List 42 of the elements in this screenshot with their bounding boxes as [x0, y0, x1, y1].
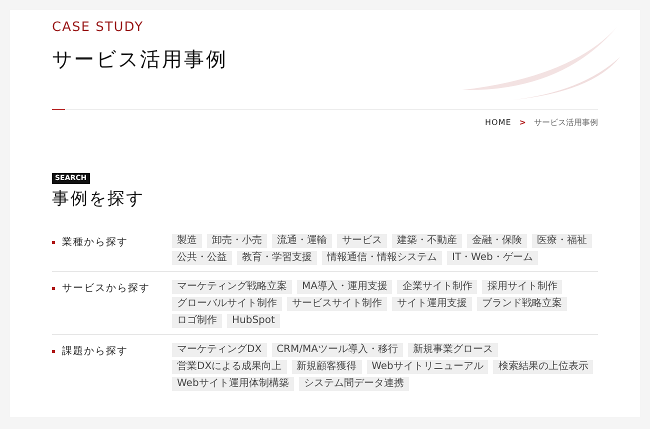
filter-tag[interactable]: 卸売・小売 [207, 234, 267, 248]
filter-tag[interactable]: サイト運用支援 [392, 297, 472, 311]
filter-tag[interactable]: Webサイト運用体制構築 [172, 377, 294, 391]
filter-tag[interactable]: 検索結果の上位表示 [493, 360, 594, 374]
filter-group-label: 課題から探す [62, 344, 128, 358]
filter-tag[interactable]: 企業サイト制作 [397, 280, 478, 294]
filter-tag[interactable]: 採用サイト制作 [482, 280, 562, 294]
filter-tag[interactable]: Webサイトリニューアル [366, 360, 488, 374]
filter-tag[interactable]: 建築・不動産 [392, 234, 462, 248]
breadcrumb-separator: > [519, 117, 526, 129]
filter-tag[interactable]: マーケティング戦略立案 [172, 280, 292, 294]
breadcrumb-item[interactable]: HOME [485, 117, 512, 129]
filter-tag[interactable]: 営業DXによる成果向上 [172, 360, 287, 374]
filter-tag[interactable]: IT・Web・ゲーム [447, 251, 538, 265]
filter-tag[interactable]: マーケティングDX [172, 343, 267, 357]
filter-group-label: 業種から探す [62, 236, 128, 249]
filter-tag[interactable]: 情報通信・情報システム [322, 251, 442, 265]
filter-tag[interactable]: 公共・公益 [172, 251, 232, 265]
filter-tag[interactable]: HubSpot [227, 314, 280, 328]
breadcrumb-item: サービス活用事例 [534, 117, 598, 129]
filter-tag[interactable]: MA導入・運用支援 [297, 280, 392, 294]
page-title: サービス活用事例 [52, 46, 229, 72]
filter-tag[interactable]: サービス [337, 234, 387, 248]
filter-tag[interactable]: 教育・学習支援 [237, 251, 317, 265]
filter-group-label: サービスから探す [62, 282, 150, 295]
filter-tag[interactable]: ブランド戦略立案 [477, 297, 567, 311]
filter-tag[interactable]: サービスサイト制作 [287, 297, 387, 311]
filter-tag[interactable]: CRM/MAツール導入・移行 [272, 343, 403, 357]
filter-tag[interactable]: 新規事業グロース [408, 343, 498, 357]
filter-tag[interactable]: システム間データ連携 [298, 377, 409, 391]
filter-tag[interactable]: グローバルサイト制作 [172, 297, 282, 311]
filter-tag[interactable]: ロゴ制作 [172, 314, 222, 328]
filter-tag[interactable]: 新規顧客獲得 [292, 360, 362, 374]
filter-tag[interactable]: 製造 [172, 234, 202, 248]
filter-tag[interactable]: 流通・運輸 [272, 234, 332, 248]
bullet-icon [52, 240, 55, 244]
section-title: 事例を探す [52, 188, 146, 210]
bullet-icon [52, 350, 55, 352]
bullet-icon [52, 286, 55, 290]
filter-tag[interactable]: 医療・福祉 [532, 234, 592, 248]
filter-tag[interactable]: 金融・保険 [467, 234, 527, 248]
page-eyebrow: CASE STUDY [52, 20, 145, 36]
